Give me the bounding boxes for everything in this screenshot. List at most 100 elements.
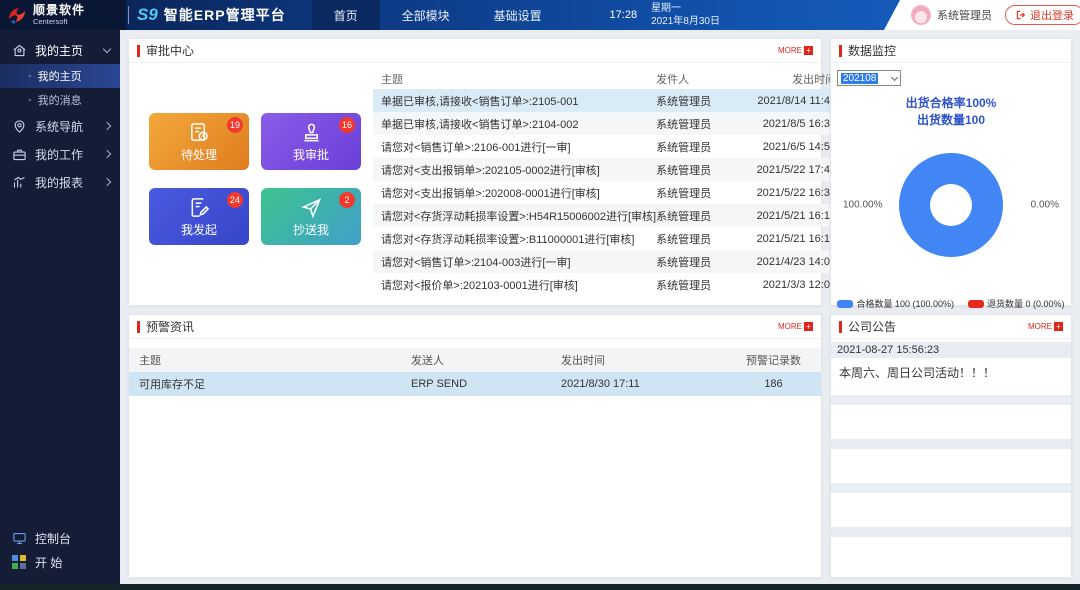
header-user-area: 系统管理员 退出登录 <box>884 0 1080 30</box>
pass-rate-text: 出货合格率100% <box>831 95 1071 112</box>
company-logo: 顺景软件 Centersoft <box>0 0 126 30</box>
weekday: 星期一 <box>651 2 720 16</box>
donut-label-left: 100.00% <box>843 200 882 211</box>
sidebar-item-my-reports[interactable]: 我的报表 <box>0 168 120 196</box>
document-edit-icon <box>188 196 211 219</box>
logo-swirl-icon <box>5 3 29 27</box>
username: 系统管理员 <box>937 7 992 23</box>
date: 2021年8月30日 <box>651 15 720 29</box>
legend-swatch-qualified <box>837 300 853 308</box>
product-name: 智能ERP管理平台 <box>164 5 286 25</box>
chevron-right-icon <box>103 122 111 130</box>
announcement-empty-row <box>831 527 1071 537</box>
bottom-edge-bar <box>0 584 1080 590</box>
clock-time: 17:28 <box>610 9 638 21</box>
approval-table-header: 主题 发件人 发出时间 <box>373 69 840 89</box>
paper-plane-icon <box>300 196 323 219</box>
chevron-down-icon <box>891 73 898 80</box>
chevron-down-icon <box>103 44 111 52</box>
alerts-more-link[interactable]: MORE <box>778 322 813 331</box>
bar-chart-icon <box>12 175 27 190</box>
sidebar-item-my-home[interactable]: 我的主页 <box>0 36 120 64</box>
table-row[interactable]: 请您对<销售订单>:2104-003进行[一审] 系统管理员 2021/4/23… <box>373 250 840 273</box>
table-row[interactable]: 单据已审核,请接收<销售订单>:2105-001 系统管理员 2021/8/14… <box>373 89 840 112</box>
initiated-count-badge: 24 <box>227 192 243 208</box>
approval-more-link[interactable]: MORE <box>778 46 813 55</box>
tab-home[interactable]: 首页 <box>312 0 380 30</box>
sidebar-subitem-my-messages[interactable]: 我的消息 <box>0 88 120 112</box>
panel-accent-bar <box>137 321 140 333</box>
start-squares-icon <box>12 555 27 569</box>
donut-chart: 100.00% 0.00% <box>831 139 1071 271</box>
table-row[interactable]: 单据已审核,请接收<销售订单>:2104-002 系统管理员 2021/8/5 … <box>373 112 840 135</box>
sidebar: 我的主页 我的主页 我的消息 系统导航 我的工作 我的报表 <box>0 30 120 584</box>
console-label: 控制台 <box>35 530 110 547</box>
announcement-datetime[interactable]: 2021-08-27 15:56:23 <box>831 342 1071 358</box>
clipboard-clock-icon <box>188 121 211 144</box>
announcements-title: 公司公告 <box>848 318 896 335</box>
announcements-panel: 公司公告 MORE 2021-08-27 15:56:23 本周六、周日公司活动… <box>830 314 1072 578</box>
announcement-content[interactable]: 本周六、周日公司活动！！！ <box>831 358 1071 390</box>
approval-center-title: 审批中心 <box>146 42 194 59</box>
top-navigation: 首页 全部模块 基础设置 <box>312 0 564 30</box>
announcement-empty-row <box>831 439 1071 449</box>
chevron-right-icon <box>103 178 111 186</box>
my-approvals-count-badge: 16 <box>339 117 355 133</box>
header-divider <box>128 6 129 24</box>
map-pin-icon <box>12 119 27 134</box>
data-monitor-panel: 数据监控 202108 出货合格率100% 出货数量100 100.00% 0.… <box>830 38 1072 306</box>
logout-icon <box>1015 9 1027 21</box>
legend-swatch-returned <box>968 300 984 308</box>
panel-accent-bar <box>839 45 842 57</box>
cc-count-badge: 2 <box>339 192 355 208</box>
table-row[interactable]: 请您对<销售订单>:2106-001进行[一审] 系统管理员 2021/6/5 … <box>373 135 840 158</box>
console-button[interactable]: 控制台 <box>0 526 120 550</box>
logo-title: 顺景软件 <box>33 4 85 17</box>
shipment-qty-text: 出货数量100 <box>831 112 1071 129</box>
alerts-panel: 预警资讯 MORE 主题 发送人 发出时间 预警记录数 可用库存不足 ERP S… <box>128 314 822 578</box>
home-icon <box>12 43 27 58</box>
s9-logo: S9 <box>137 5 158 25</box>
table-row[interactable]: 请您对<报价单>:202103-0001进行[审核] 系统管理员 2021/3/… <box>373 273 840 296</box>
panel-accent-bar <box>839 321 842 333</box>
more-plus-icon <box>804 322 813 331</box>
tab-all-modules[interactable]: 全部模块 <box>380 0 472 30</box>
table-row[interactable]: 请您对<存货浮动耗损率设置>:B11000001进行[审核] 系统管理员 202… <box>373 227 840 250</box>
period-value: 202108 <box>841 73 878 84</box>
top-bar: 顺景软件 Centersoft S9 智能ERP管理平台 首页 全部模块 基础设… <box>0 0 1080 30</box>
avatar[interactable] <box>911 5 931 25</box>
tile-initiated-by-me[interactable]: 24 我发起 <box>149 188 249 245</box>
panel-accent-bar <box>137 45 140 57</box>
tile-my-approvals[interactable]: 16 我审批 <box>261 113 361 170</box>
table-row[interactable]: 请您对<存货浮动耗损率设置>:H54R15006002进行[审核] 系统管理员 … <box>373 204 840 227</box>
start-label: 开 始 <box>35 554 110 571</box>
approval-center-panel: 审批中心 MORE 19 待处理 1 <box>128 38 822 306</box>
chevron-right-icon <box>103 150 111 158</box>
table-row[interactable]: 请您对<支出报销单>:202008-0001进行[审核] 系统管理员 2021/… <box>373 181 840 204</box>
chart-legend: 合格数量 100 (100.00%) 退货数量 0 (0.00%) <box>831 297 1071 310</box>
logout-label: 退出登录 <box>1030 7 1074 23</box>
legend-returned: 退货数量 0 (0.00%) <box>987 297 1065 310</box>
alert-row[interactable]: 可用库存不足 ERP SEND 2021/8/30 17:11 186 <box>129 372 821 396</box>
donut-label-right: 0.00% <box>1031 200 1059 211</box>
sidebar-item-label: 我的主页 <box>35 42 96 59</box>
sidebar-item-my-work[interactable]: 我的工作 <box>0 140 120 168</box>
sidebar-item-system-nav[interactable]: 系统导航 <box>0 112 120 140</box>
sidebar-footer: 控制台 开 始 <box>0 526 120 574</box>
alerts-table-header: 主题 发送人 发出时间 预警记录数 <box>129 348 821 372</box>
period-dropdown[interactable]: 202108 <box>837 70 901 86</box>
more-plus-icon <box>804 46 813 55</box>
start-button[interactable]: 开 始 <box>0 550 120 574</box>
donut-hole <box>930 184 972 226</box>
logout-button[interactable]: 退出登录 <box>1005 5 1080 25</box>
briefcase-icon <box>12 147 27 162</box>
logo-subtitle: Centersoft <box>33 17 85 26</box>
announcements-more-link[interactable]: MORE <box>1028 322 1063 331</box>
sidebar-subitem-my-home[interactable]: 我的主页 <box>0 64 120 88</box>
console-monitor-icon <box>12 531 27 546</box>
tile-cc-to-me[interactable]: 2 抄送我 <box>261 188 361 245</box>
announcement-empty-row <box>831 395 1071 405</box>
tab-basic-settings[interactable]: 基础设置 <box>472 0 564 30</box>
tile-pending[interactable]: 19 待处理 <box>149 113 249 170</box>
table-row[interactable]: 请您对<支出报销单>:202105-0002进行[审核] 系统管理员 2021/… <box>373 158 840 181</box>
